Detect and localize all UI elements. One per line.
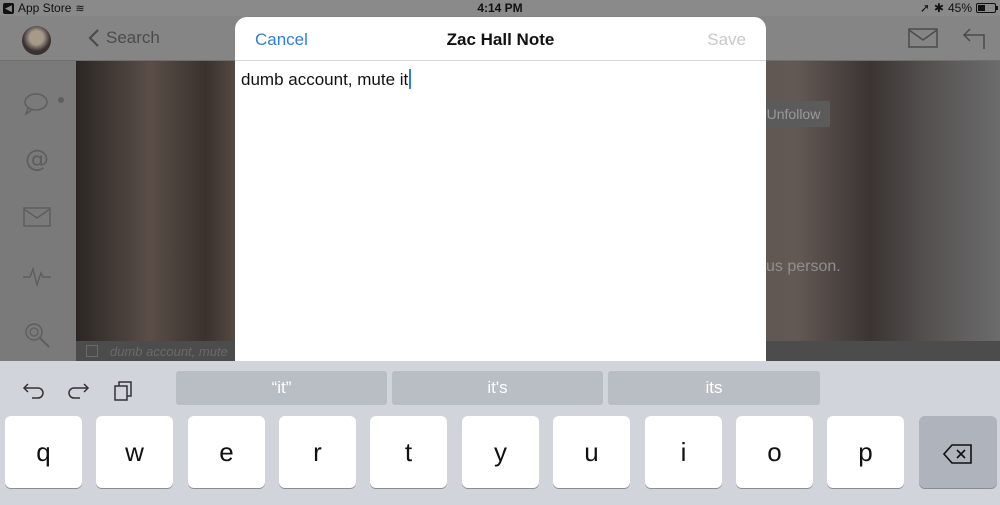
text-caret bbox=[409, 69, 412, 89]
note-text: dumb account, mute it bbox=[241, 70, 409, 89]
redo-icon[interactable] bbox=[66, 378, 90, 402]
key-w[interactable]: w bbox=[96, 416, 173, 488]
key-r[interactable]: r bbox=[279, 416, 356, 488]
back-label: Search bbox=[106, 28, 160, 47]
search-icon[interactable] bbox=[22, 320, 52, 350]
unread-dot bbox=[58, 97, 64, 103]
mentions-icon[interactable]: @ bbox=[22, 144, 52, 174]
note-text-area[interactable]: dumb account, mute it bbox=[241, 69, 412, 90]
key-u[interactable]: u bbox=[553, 416, 630, 488]
undo-icon[interactable] bbox=[22, 378, 46, 402]
battery-percent: 45% bbox=[947, 1, 972, 15]
svg-text:@: @ bbox=[25, 145, 49, 173]
key-e[interactable]: e bbox=[188, 416, 265, 488]
avatar[interactable] bbox=[22, 26, 51, 55]
key-t[interactable]: t bbox=[370, 416, 447, 488]
search-back-button[interactable]: Search bbox=[88, 28, 160, 48]
messages-icon[interactable] bbox=[22, 202, 52, 232]
key-q[interactable]: q bbox=[5, 416, 82, 488]
status-time: 4:14 PM bbox=[477, 1, 523, 15]
status-right: ➚ ✱ 45% bbox=[919, 1, 998, 15]
mail-icon[interactable] bbox=[908, 26, 938, 50]
profile-bio: us person. bbox=[766, 258, 841, 275]
paste-icon[interactable] bbox=[112, 378, 136, 402]
note-preview: dumb account, mute bbox=[110, 344, 228, 359]
location-icon: ➚ bbox=[919, 1, 930, 15]
timeline-bubble-icon[interactable] bbox=[22, 89, 52, 119]
backspace-key[interactable] bbox=[919, 416, 997, 488]
bluetooth-icon: ✱ bbox=[933, 1, 944, 15]
activity-icon[interactable] bbox=[22, 261, 52, 291]
key-o[interactable]: o bbox=[736, 416, 813, 488]
note-modal: Cancel Zac Hall Note Save dumb account, … bbox=[235, 17, 766, 361]
key-y[interactable]: y bbox=[462, 416, 539, 488]
suggestion-quoted[interactable]: “it” bbox=[176, 371, 387, 405]
note-icon bbox=[86, 345, 98, 357]
keyboard: “it” it's its q w e r t y u i o p bbox=[0, 361, 1000, 505]
reply-icon[interactable] bbox=[962, 26, 988, 50]
status-bar: ◀ App Store ≋ 4:14 PM ➚ ✱ 45% bbox=[0, 0, 1000, 16]
modal-title: Zac Hall Note bbox=[446, 30, 555, 49]
modal-header: Cancel Zac Hall Note Save bbox=[235, 17, 766, 61]
cancel-button[interactable]: Cancel bbox=[255, 30, 308, 50]
key-i[interactable]: i bbox=[645, 416, 722, 488]
save-button[interactable]: Save bbox=[707, 30, 746, 50]
unfollow-button[interactable]: Unfollow bbox=[757, 101, 830, 127]
key-p[interactable]: p bbox=[827, 416, 904, 488]
suggestion-2[interactable]: it's bbox=[392, 371, 603, 405]
battery-icon bbox=[976, 3, 998, 13]
chevron-left-icon bbox=[88, 29, 99, 47]
backspace-icon bbox=[942, 444, 972, 464]
background-sidebar: @ bbox=[0, 61, 76, 361]
suggestion-3[interactable]: its bbox=[608, 371, 820, 405]
